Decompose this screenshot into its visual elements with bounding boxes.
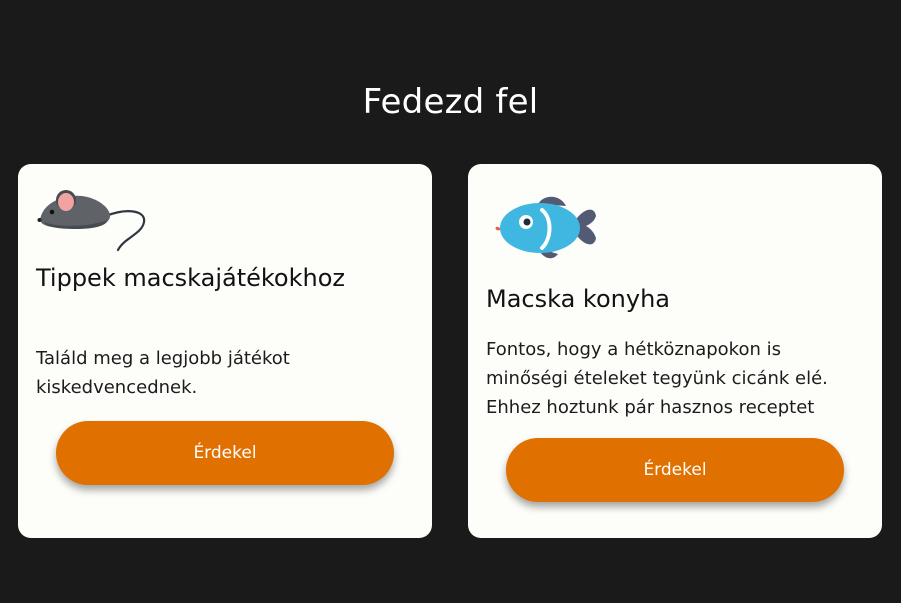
card-description: Találd meg a legjobb játékot kiskedvence…	[36, 348, 290, 398]
card-title: Macska konyha	[486, 285, 670, 313]
fish-icon	[490, 192, 600, 268]
mouse-toy-icon	[36, 186, 148, 258]
section-title: Fedezd fel	[362, 82, 539, 122]
card-title: Tippek macskajátékokhoz	[36, 264, 345, 292]
card-description: Fontos, hogy a hétköznapokon is minőségi…	[486, 339, 828, 418]
interested-button[interactable]: Érdekel	[506, 438, 844, 502]
interested-button[interactable]: Érdekel	[56, 421, 394, 485]
card-cat-toys: Tippek macskajátékokhoz Találd meg a leg…	[18, 164, 432, 538]
card-cat-kitchen: Macska konyha Fontos, hogy a hétköznapok…	[468, 164, 882, 538]
